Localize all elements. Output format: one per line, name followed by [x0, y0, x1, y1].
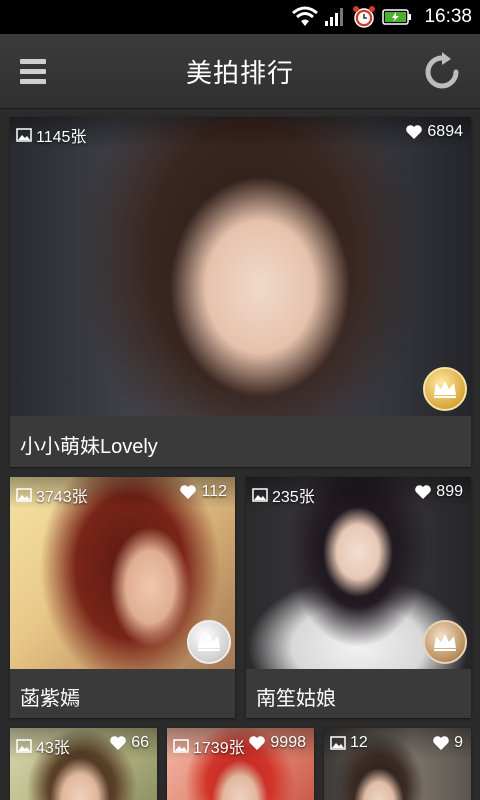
image-icon	[173, 739, 189, 753]
heart-icon	[110, 736, 127, 750]
like-count: 112	[179, 483, 227, 501]
card-title: 南笙姑娘	[256, 688, 336, 710]
ranking-card[interactable]: 3743张 112 菡紫嫣	[10, 477, 235, 718]
wifi-icon	[292, 5, 319, 29]
image-icon	[16, 128, 32, 142]
ranking-card[interactable]: 235张 899 南笙姑娘	[246, 477, 471, 718]
photo-count: 12	[330, 734, 368, 752]
signal-icon	[324, 5, 346, 29]
like-count: 899	[414, 483, 463, 501]
battery-charging-icon	[382, 5, 412, 29]
refresh-icon[interactable]	[422, 52, 462, 92]
like-count-text: 112	[201, 483, 227, 500]
heart-icon	[406, 125, 423, 139]
crown-gold-icon	[423, 367, 467, 411]
hamburger-menu-icon[interactable]	[20, 54, 54, 88]
like-count: 66	[109, 734, 149, 752]
like-count-text: 9	[454, 734, 463, 751]
photo-count-text: 12	[350, 734, 368, 751]
photo-count: 1739张	[173, 734, 245, 758]
photo-count: 235张	[252, 483, 315, 507]
card-title: 菡紫嫣	[20, 688, 80, 710]
alarm-icon	[352, 5, 376, 29]
crown-silver-icon	[187, 620, 231, 664]
like-count: 6894	[405, 123, 463, 141]
photo-count: 43张	[16, 734, 70, 758]
like-count-text: 899	[436, 483, 463, 500]
photo-thumbnail[interactable]: 235张 899	[246, 477, 471, 669]
heart-icon	[180, 485, 197, 499]
photo-count-text: 3743张	[36, 489, 88, 506]
like-count-text: 9998	[270, 734, 306, 751]
like-count-text: 66	[131, 734, 149, 751]
ranking-card[interactable]: 43张 66	[10, 728, 157, 800]
image-icon	[252, 488, 268, 502]
card-title: 小小萌妹Lovely	[20, 436, 158, 458]
image-icon	[16, 488, 32, 502]
photo-thumbnail[interactable]: 1739张 9998	[167, 728, 314, 800]
photo-thumbnail[interactable]: 3743张 112	[10, 477, 235, 669]
page-title: 美拍排行	[185, 57, 294, 88]
photo-count-text: 235张	[272, 489, 315, 506]
image-icon	[16, 739, 32, 753]
ranking-card[interactable]: 12 9	[324, 728, 471, 800]
photo-count-text: 1739张	[193, 740, 245, 757]
app-header: 美拍排行	[0, 34, 480, 109]
ranking-card[interactable]: 1739张 9998	[167, 728, 314, 800]
photo-thumbnail[interactable]: 1145张 6894	[10, 117, 471, 416]
status-bar: 16:38	[0, 0, 480, 34]
photo-count-text: 1145张	[36, 129, 87, 146]
photo-thumbnail[interactable]: 43张 66	[10, 728, 157, 800]
photo-count: 3743张	[16, 483, 88, 507]
heart-icon	[433, 736, 449, 750]
heart-icon	[249, 736, 266, 750]
like-count-text: 6894	[427, 123, 463, 140]
clock: 16:38	[424, 6, 472, 27]
photo-thumbnail[interactable]: 12 9	[324, 728, 471, 800]
crown-bronze-icon	[423, 620, 467, 664]
image-icon	[330, 736, 346, 750]
photo-count: 1145张	[16, 123, 86, 147]
heart-icon	[415, 485, 432, 499]
photo-count-text: 43张	[36, 740, 70, 757]
ranking-list: 1145张 6894 小小萌妹Lovely 3743张 112 菡紫嫣 235张…	[0, 108, 480, 800]
like-count: 9998	[248, 734, 306, 752]
like-count: 9	[432, 734, 463, 752]
ranking-card[interactable]: 1145张 6894 小小萌妹Lovely	[10, 117, 471, 467]
